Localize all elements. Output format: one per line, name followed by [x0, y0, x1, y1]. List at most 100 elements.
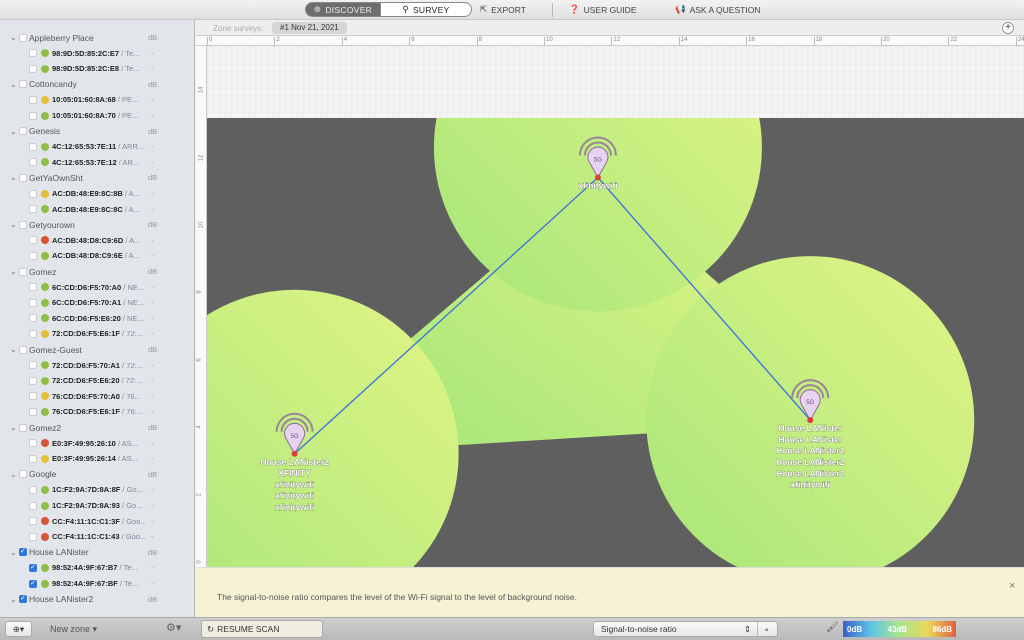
ap-checkbox[interactable] [29, 283, 37, 292]
chevron-down-icon[interactable]: ⌄ [10, 595, 17, 604]
network-group[interactable]: ⌄ House LANister dB [0, 545, 194, 560]
chevron-down-icon[interactable]: ⌄ [10, 267, 17, 276]
group-checkbox[interactable] [19, 423, 27, 432]
access-point-row[interactable]: CC:F4:11:1C:C1:3F / Goo... - [0, 514, 194, 529]
resume-scan-button[interactable]: ↻ RESUME SCAN [201, 620, 323, 638]
chevron-down-icon[interactable]: ⌄ [10, 80, 17, 89]
survey-tab-1[interactable]: #1 Nov 21, 2021 [272, 22, 347, 34]
ap-checkbox[interactable] [29, 361, 37, 370]
group-checkbox[interactable] [19, 547, 27, 557]
new-zone-menu[interactable]: New zone ▾ [50, 624, 97, 635]
group-checkbox[interactable] [19, 33, 27, 42]
close-info-button[interactable]: × [1009, 580, 1015, 592]
access-point-row[interactable]: AC:DB:48:E9:8C:8C / A... - [0, 202, 194, 217]
ap-checkbox[interactable] [29, 64, 37, 73]
access-point-row[interactable]: CC:F4:11:1C:C1:43 / Goo... - [0, 529, 194, 544]
access-point-row[interactable]: 6C:CD:D6:F5:70:A0 / NE... - [0, 280, 194, 295]
network-group[interactable]: ⌄ Google dB [0, 467, 194, 482]
chevron-down-icon[interactable]: ⌄ [10, 345, 17, 354]
access-point-row[interactable]: 72:CD:D6:F5:70:A1 / 72:... - [0, 358, 194, 373]
paint-roller-icon[interactable]: 🖌 [826, 622, 839, 633]
ap-checkbox[interactable] [29, 111, 37, 120]
access-point-row[interactable]: 4C:12:65:53:7E:11 / ARR... - [0, 139, 194, 154]
network-group[interactable]: ⌄ House LANister2 dB [0, 592, 194, 607]
ap-checkbox[interactable] [29, 485, 37, 494]
group-checkbox[interactable] [19, 127, 27, 136]
ap-checkbox[interactable] [29, 189, 37, 198]
ap-checkbox[interactable] [29, 329, 37, 338]
add-button[interactable]: ⊕▾ [5, 621, 32, 637]
access-point-row[interactable]: 98:9D:5D:85:2C:E7 / Te... - [0, 46, 194, 61]
ap-checkbox[interactable] [29, 517, 37, 526]
ap-checkbox[interactable] [29, 392, 37, 401]
ap-checkbox[interactable] [29, 205, 37, 214]
chevron-down-icon[interactable]: ⌄ [10, 220, 17, 229]
chevron-down-icon[interactable]: ⌄ [10, 127, 17, 136]
access-point-row[interactable]: 6C:CD:D6:F5:E6:20 / NE... - [0, 311, 194, 326]
user-guide-button[interactable]: ❓ USER GUIDE [569, 4, 637, 15]
ap-checkbox[interactable] [29, 501, 37, 510]
gear-icon[interactable]: ⚙▾ [166, 621, 181, 634]
chevron-down-icon[interactable]: ⌄ [10, 173, 17, 182]
add-survey-button[interactable]: + [1002, 22, 1014, 34]
group-checkbox[interactable] [19, 267, 27, 276]
access-point-row[interactable]: 76:CD:D6:F5:70:A0 / 76... - [0, 389, 194, 404]
access-point-row[interactable]: 10:05:01:60:8A:70 / PE... - [0, 108, 194, 123]
ap-checkbox[interactable] [29, 236, 37, 245]
ap-checkbox[interactable] [29, 407, 37, 416]
access-point-row[interactable]: 98:52:4A:9F:67:B7 / Te... - [0, 560, 194, 575]
ap-checkbox[interactable] [29, 95, 37, 104]
survey-tab[interactable]: ⚲ SURVEY [380, 2, 472, 17]
ap-checkbox[interactable] [29, 579, 37, 588]
ap-checkbox[interactable] [29, 251, 37, 260]
access-point-row[interactable]: E0:3F:49:95:26:14 / AS... - [0, 451, 194, 466]
discover-tab[interactable]: ⊛ DISCOVER [305, 2, 381, 17]
ap-checkbox[interactable] [29, 532, 37, 541]
ap-checkbox[interactable] [29, 49, 37, 58]
ap-checkbox[interactable] [29, 454, 37, 463]
access-point-row[interactable]: 1C:F2:9A:7D:8A:93 / Go... - [0, 498, 194, 513]
access-point-row[interactable]: 76:CD:D6:F5:E6:1F / 76:... - [0, 404, 194, 419]
ap-checkbox[interactable] [29, 158, 37, 167]
network-group[interactable]: ⌄ Appleberry Place dB [0, 30, 194, 45]
ap-checkbox[interactable] [29, 314, 37, 323]
access-point-row[interactable]: 1C:F2:9A:7D:8A:8F / Go... - [0, 482, 194, 497]
access-point-row[interactable]: 98:9D:5D:85:2C:E8 / Te... - [0, 61, 194, 76]
ap-checkbox[interactable] [29, 298, 37, 307]
ap-checkbox[interactable] [29, 142, 37, 151]
ap-checkbox[interactable] [29, 376, 37, 385]
network-group[interactable]: ⌄ Getyourown dB [0, 217, 194, 232]
group-checkbox[interactable] [19, 345, 27, 354]
group-checkbox[interactable] [19, 470, 27, 479]
access-point-row[interactable]: 72:CD:D6:F5:E6:1F / 72:... - [0, 326, 194, 341]
floor-map[interactable]: 5GHouse LANister2XFINITYxfinitywifixfini… [207, 46, 1024, 567]
access-point-row[interactable]: AC:DB:48:D8:C9:6E / A... - [0, 248, 194, 263]
visualization-select[interactable]: Signal-to-noise ratio ⇕ ∘ [593, 621, 778, 637]
access-point-row[interactable]: 6C:CD:D6:F5:70:A1 / NE... - [0, 295, 194, 310]
access-point-row[interactable]: 10:05:01:60:8A:68 / PE... - [0, 92, 194, 107]
network-group[interactable]: ⌄ Cottoncandy dB [0, 77, 194, 92]
access-point-row[interactable]: E0:3F:49:95:26:10 / AS... - [0, 436, 194, 451]
ap-checkbox[interactable] [29, 563, 37, 572]
group-checkbox[interactable] [19, 594, 27, 604]
chevron-down-icon[interactable]: ⌄ [10, 548, 17, 557]
network-group[interactable]: ⌄ Gomez-Guest dB [0, 342, 194, 357]
export-button[interactable]: ⇱ EXPORT [480, 4, 526, 15]
chevron-down-icon[interactable]: ⌄ [10, 470, 17, 479]
group-checkbox[interactable] [19, 80, 27, 89]
ask-question-button[interactable]: 📢 ASK A QUESTION [675, 4, 760, 15]
network-group[interactable]: ⌄ Gomez2 dB [0, 420, 194, 435]
chevron-down-icon[interactable]: ⌄ [10, 423, 17, 432]
network-group[interactable]: ⌄ Genesis dB [0, 124, 194, 139]
access-point-row[interactable]: AC:DB:48:D8:C9:6D / A... - [0, 233, 194, 248]
access-point-row[interactable]: 4C:12:65:53:7E:12 / AR... - [0, 155, 194, 170]
network-group[interactable]: ⌄ Gomez dB [0, 264, 194, 279]
ap-checkbox[interactable] [29, 439, 37, 448]
access-point-row[interactable]: 72:CD:D6:F5:E6:20 / 72:... - [0, 373, 194, 388]
chevron-down-icon[interactable]: ⌄ [10, 33, 17, 42]
access-point-row[interactable]: AC:DB:48:E9:8C:8B / A... - [0, 186, 194, 201]
group-checkbox[interactable] [19, 220, 27, 229]
network-group[interactable]: ⌄ GetYaOwnSht dB [0, 170, 194, 185]
group-checkbox[interactable] [19, 173, 27, 182]
access-point-row[interactable]: 98:52:4A:9F:67:BF / Te... - [0, 576, 194, 591]
